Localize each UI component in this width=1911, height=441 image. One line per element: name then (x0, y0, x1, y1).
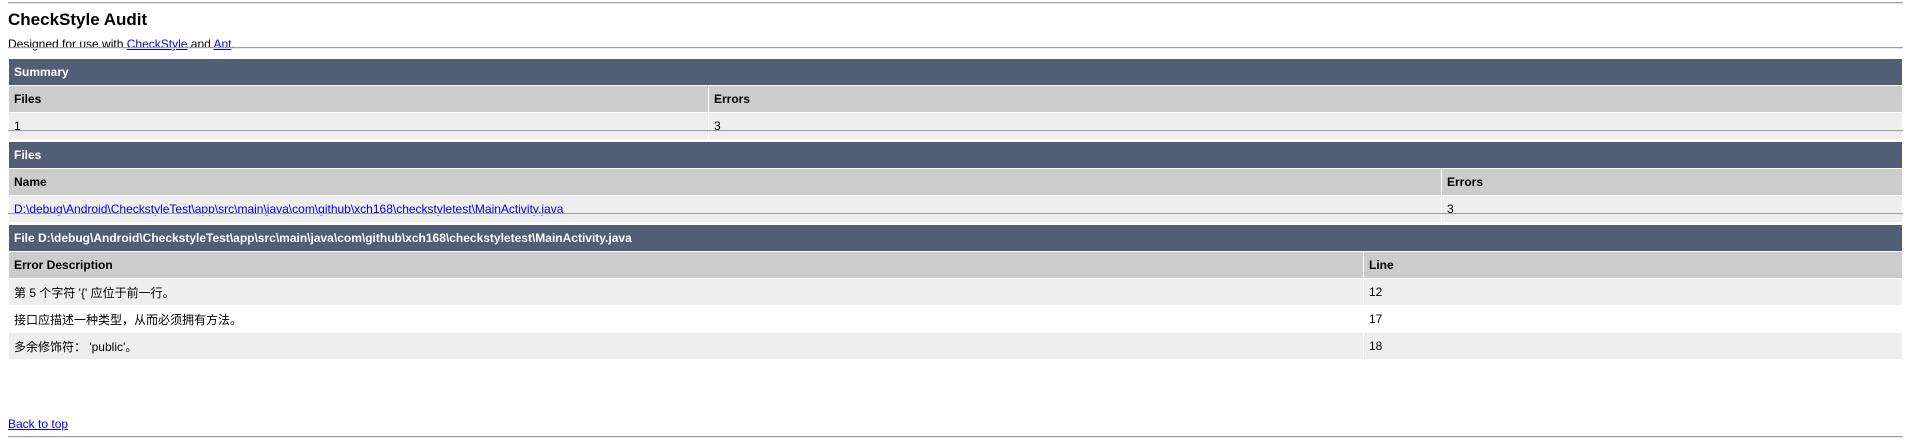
page-subtitle: Designed for use with CheckStyle and Ant… (8, 36, 235, 52)
summary-header-row: Summary (9, 59, 1902, 85)
files-table: Files Name Errors D:\debug\Android\Check… (8, 141, 1903, 223)
top-rule (8, 2, 1903, 4)
file-detail-title: File D:\debug\Android\CheckstyleTest\app… (9, 225, 1902, 251)
page-title: CheckStyle Audit (8, 10, 148, 29)
back-to-top-link[interactable]: Back to top (8, 417, 68, 431)
summary-title: Summary (9, 59, 1902, 85)
file-detail-column-headers: Error Description Line (9, 252, 1902, 278)
summary-errors-count: 3 (709, 113, 1902, 139)
error-description: 多余修饰符： 'public'。 (9, 333, 1363, 359)
error-line: 18 (1364, 333, 1902, 359)
file-detail-table: File D:\debug\Android\CheckstyleTest\app… (8, 224, 1903, 360)
divider-after-header (8, 47, 1903, 49)
files-title: Files (9, 142, 1902, 168)
summary-col-errors: Errors (709, 86, 1902, 112)
error-description: 接口应描述一种类型，从而必须拥有方法。 (9, 306, 1363, 332)
error-line: 12 (1364, 279, 1902, 305)
files-column-headers: Name Errors (9, 169, 1902, 195)
error-line: 17 (1364, 306, 1902, 332)
table-row: 1 3 (9, 113, 1902, 139)
summary-table: Summary Files Errors 1 3 (8, 58, 1903, 140)
file-detail-header-row: File D:\debug\Android\CheckstyleTest\app… (9, 225, 1902, 251)
table-row: 多余修饰符： 'public'。 18 (9, 333, 1902, 359)
bottom-rule (8, 436, 1903, 438)
file-errors-cell: 3 (1442, 196, 1902, 222)
summary-files-count: 1 (9, 113, 708, 139)
table-row: D:\debug\Android\CheckstyleTest\app\src\… (9, 196, 1902, 222)
back-to-top-container: Back to top (8, 416, 68, 432)
summary-col-files: Files (9, 86, 708, 112)
error-description: 第 5 个字符 '{' 应位于前一行。 (9, 279, 1363, 305)
table-row: 接口应描述一种类型，从而必须拥有方法。 17 (9, 306, 1902, 332)
col-error-description: Error Description (9, 252, 1363, 278)
table-row: 第 5 个字符 '{' 应位于前一行。 12 (9, 279, 1902, 305)
files-col-errors: Errors (1442, 169, 1902, 195)
col-line: Line (1364, 252, 1902, 278)
summary-column-headers: Files Errors (9, 86, 1902, 112)
file-name-cell: D:\debug\Android\CheckstyleTest\app\src\… (9, 196, 1441, 222)
files-col-name: Name (9, 169, 1441, 195)
divider-after-files (8, 213, 1903, 215)
files-header-row: Files (9, 142, 1902, 168)
divider-after-summary (8, 130, 1903, 132)
